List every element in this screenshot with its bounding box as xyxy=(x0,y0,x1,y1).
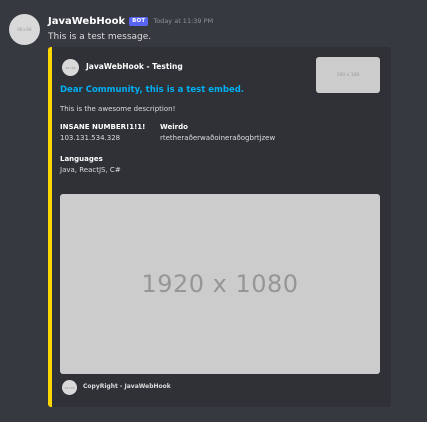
embed-author-name: JavaWebHook - Testing xyxy=(86,62,183,71)
message-timestamp: Today at 11:39 PM xyxy=(153,17,214,25)
avatar-placeholder-text: 96×96 xyxy=(17,27,32,32)
author-name[interactable]: JavaWebHook xyxy=(48,16,125,27)
user-avatar[interactable]: 96×96 xyxy=(9,14,40,45)
embed-title-link[interactable]: Dear Community, this is a test embed. xyxy=(60,85,244,95)
embed-field-value: rtetheraðerwaðoineraðogbrtjzew xyxy=(160,134,276,142)
message-header: JavaWebHook BOT Today at 11:39 PM xyxy=(48,14,213,28)
embed-field-name: Languages xyxy=(60,155,103,163)
message-embed: 96×96 JavaWebHook - Testing 100 x 100 De… xyxy=(48,47,391,407)
embed-footer-text: CopyRight - JavaWebHook xyxy=(83,383,171,390)
embed-field-value: Java, ReactJS, C# xyxy=(60,166,121,174)
embed-field-name: INSANE NUMBER!1!1! xyxy=(60,123,146,131)
embed-image-text: 1920 x 1080 xyxy=(141,270,299,298)
embed-field: INSANE NUMBER!1!1! 103.131.534.328 xyxy=(60,123,145,142)
discord-chat-view: 96×96 JavaWebHook BOT Today at 11:39 PM … xyxy=(0,0,427,422)
message-content: This is a test message. xyxy=(48,32,152,42)
bot-badge: BOT xyxy=(129,16,149,26)
embed-author-icon-text: 96×96 xyxy=(65,65,76,70)
embed-field-name: Weirdo xyxy=(160,123,188,131)
embed-footer-icon: 96×96 xyxy=(62,380,77,395)
embed-thumbnail[interactable]: 100 x 100 xyxy=(316,57,380,93)
embed-field: Languages Java, ReactJS, C# xyxy=(60,155,121,174)
embed-field-value: 103.131.534.328 xyxy=(60,134,121,142)
embed-author-icon: 96×96 xyxy=(62,59,79,76)
embed-field: Weirdo rtetheraðerwaðoineraðogbrtjzew xyxy=(160,123,275,142)
embed-image[interactable]: 1920 x 1080 xyxy=(60,194,380,374)
embed-description: This is the awesome description! xyxy=(60,105,176,113)
embed-thumbnail-text: 100 x 100 xyxy=(336,72,360,78)
embed-footer-icon-text: 96×96 xyxy=(64,385,75,390)
